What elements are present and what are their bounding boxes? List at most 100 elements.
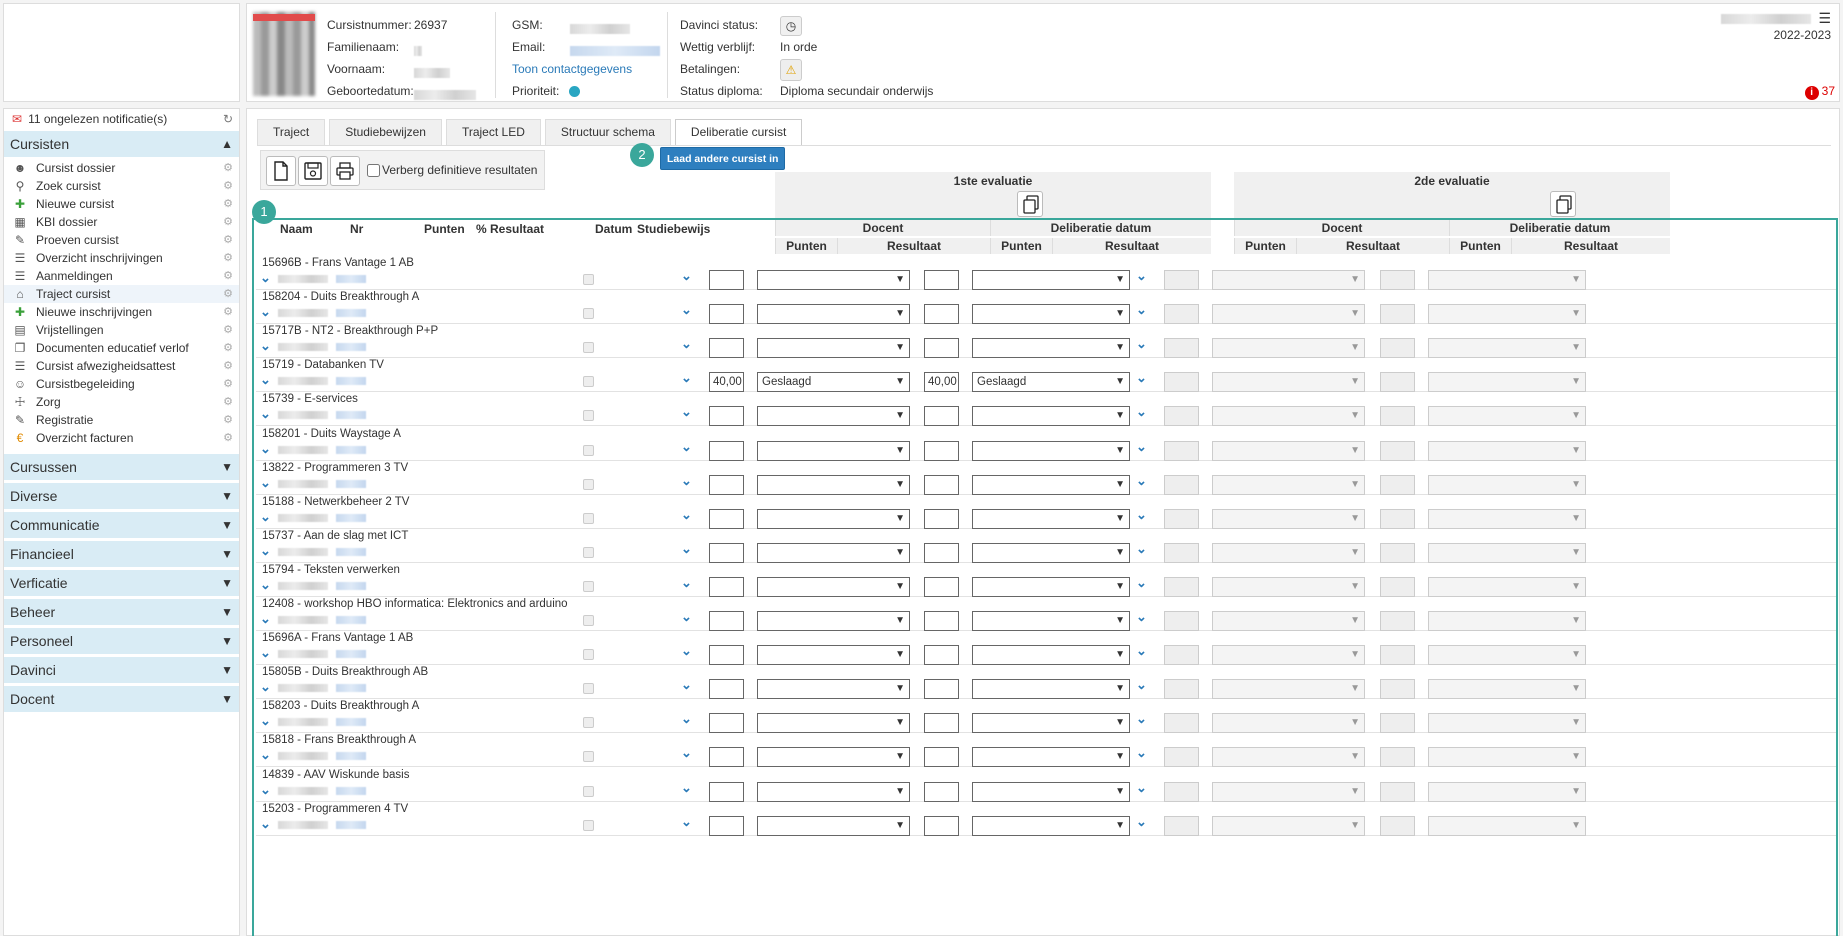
expand-row-chevron-icon[interactable]: ⌄: [260, 372, 271, 388]
eval1-delib-resultaat-select[interactable]: ▼: [972, 338, 1130, 359]
row-detail-chevron-icon[interactable]: ⌄: [681, 643, 692, 659]
section-beheer[interactable]: Beheer ▼: [4, 598, 239, 625]
eval1-docent-punten-input[interactable]: [709, 508, 744, 529]
eval1-delib-punten-input[interactable]: [924, 440, 959, 461]
section-verficatie[interactable]: Verficatie ▼: [4, 569, 239, 596]
eval1-delib-punten-input[interactable]: [924, 508, 959, 529]
sidebar-item-kbi-dossier[interactable]: ▦ KBI dossier ⚙: [4, 213, 239, 231]
eval1-docent-resultaat-select[interactable]: ▼: [757, 508, 910, 529]
eval1-docent-punten-input[interactable]: [709, 611, 744, 631]
sidebar-item-cursist-dossier[interactable]: ☻ Cursist dossier ⚙: [4, 159, 239, 177]
gear-icon[interactable]: ⚙: [223, 321, 233, 339]
row-detail-chevron-icon[interactable]: ⌄: [681, 575, 692, 591]
load-other-student-button[interactable]: Laad andere cursist in: [660, 147, 786, 170]
eval1-docent-punten-input[interactable]: [709, 270, 744, 290]
sidebar-item-overzicht-facturen[interactable]: € Overzicht facturen ⚙: [4, 429, 239, 447]
eval1-delib-punten-input[interactable]: [924, 679, 959, 700]
eval1-docent-punten-input[interactable]: [709, 542, 744, 563]
eval1-docent-punten-input[interactable]: [709, 576, 744, 597]
eval1-docent-resultaat-select[interactable]: ▼: [757, 406, 910, 427]
row-detail-chevron-icon[interactable]: ⌄: [681, 370, 692, 386]
expand-row-chevron-icon[interactable]: ⌄: [260, 782, 271, 798]
tab-traject-led[interactable]: Traject LED: [445, 119, 541, 145]
eval1-docent-resultaat-select[interactable]: ▼: [757, 781, 910, 802]
eval1-delib-punten-input[interactable]: [924, 576, 959, 597]
eval1-delib-resultaat-select[interactable]: ▼: [972, 304, 1130, 325]
row-detail-chevron-icon[interactable]: ⌄: [681, 541, 692, 557]
eval1-docent-resultaat-select[interactable]: ▼: [757, 815, 910, 836]
eval1-expand-chevron-icon[interactable]: ⌄: [1136, 677, 1147, 693]
expand-row-chevron-icon[interactable]: ⌄: [260, 475, 271, 491]
eval1-expand-chevron-icon[interactable]: ⌄: [1136, 609, 1147, 625]
row-detail-chevron-icon[interactable]: ⌄: [681, 677, 692, 693]
eval1-delib-punten-input[interactable]: [924, 713, 959, 734]
gear-icon[interactable]: ⚙: [223, 267, 233, 285]
eval1-docent-punten-input[interactable]: [709, 815, 744, 836]
eval1-expand-chevron-icon[interactable]: ⌄: [1136, 814, 1147, 830]
eval1-delib-punten-input[interactable]: [924, 474, 959, 495]
expand-row-chevron-icon[interactable]: ⌄: [260, 406, 271, 422]
expand-row-chevron-icon[interactable]: ⌄: [260, 543, 271, 559]
gear-icon[interactable]: ⚙: [223, 159, 233, 177]
expand-row-chevron-icon[interactable]: ⌄: [260, 747, 271, 763]
eval1-delib-punten-input[interactable]: [924, 815, 959, 836]
eval1-docent-resultaat-select[interactable]: ▼: [757, 747, 910, 768]
sidebar-item-proeven-cursist[interactable]: ✎ Proeven cursist ⚙: [4, 231, 239, 249]
row-detail-chevron-icon[interactable]: ⌄: [681, 711, 692, 727]
copy-eval2-button[interactable]: [1550, 191, 1576, 217]
eval1-delib-punten-input[interactable]: [924, 747, 959, 768]
davinci-status-button[interactable]: ◷: [780, 14, 802, 36]
row-detail-chevron-icon[interactable]: ⌄: [681, 404, 692, 420]
sidebar-item-aanmeldingen[interactable]: ☰ Aanmeldingen ⚙: [4, 267, 239, 285]
eval1-docent-punten-input[interactable]: [709, 781, 744, 802]
eval1-expand-chevron-icon[interactable]: ⌄: [1136, 711, 1147, 727]
eval1-delib-resultaat-select[interactable]: ▼: [972, 406, 1130, 427]
sidebar-item-nieuwe-cursist[interactable]: ✚ Nieuwe cursist ⚙: [4, 195, 239, 213]
expand-row-chevron-icon[interactable]: ⌄: [260, 577, 271, 593]
row-detail-chevron-icon[interactable]: ⌄: [681, 473, 692, 489]
expand-row-chevron-icon[interactable]: ⌄: [260, 679, 271, 695]
eval1-docent-punten-input[interactable]: [709, 747, 744, 768]
eval1-docent-resultaat-select[interactable]: ▼: [757, 304, 910, 325]
eval1-expand-chevron-icon[interactable]: ⌄: [1136, 643, 1147, 659]
gear-icon[interactable]: ⚙: [223, 231, 233, 249]
row-detail-chevron-icon[interactable]: ⌄: [681, 268, 692, 284]
row-detail-chevron-icon[interactable]: ⌄: [681, 814, 692, 830]
eval1-delib-punten-input[interactable]: [924, 270, 959, 290]
sidebar-item-zoek-cursist[interactable]: ⚲ Zoek cursist ⚙: [4, 177, 239, 195]
row-detail-chevron-icon[interactable]: ⌄: [681, 609, 692, 625]
tab-deliberatie-cursist[interactable]: Deliberatie cursist: [674, 119, 803, 146]
copy-eval1-button[interactable]: [1017, 191, 1043, 217]
tab-traject[interactable]: Traject: [257, 119, 326, 145]
gear-icon[interactable]: ⚙: [223, 285, 233, 303]
sidebar-item-cursist-afwezigheidsattest[interactable]: ☰ Cursist afwezigheidsattest ⚙: [4, 357, 239, 375]
eval1-delib-resultaat-select[interactable]: ▼: [972, 781, 1130, 802]
eval1-delib-punten-input[interactable]: [924, 338, 959, 359]
gear-icon[interactable]: ⚙: [223, 249, 233, 267]
gear-icon[interactable]: ⚙: [223, 339, 233, 357]
section-cursussen[interactable]: Cursussen ▼: [4, 453, 239, 480]
gear-icon[interactable]: ⚙: [223, 411, 233, 429]
eval1-docent-resultaat-select[interactable]: ▼: [757, 542, 910, 563]
eval1-expand-chevron-icon[interactable]: ⌄: [1136, 507, 1147, 523]
gear-icon[interactable]: ⚙: [223, 357, 233, 375]
sidebar-item-zorg[interactable]: ☩ Zorg ⚙: [4, 393, 239, 411]
eval1-delib-resultaat-select[interactable]: ▼: [972, 542, 1130, 563]
section-personeel[interactable]: Personeel ▼: [4, 627, 239, 654]
eval1-docent-resultaat-select[interactable]: ▼: [757, 576, 910, 597]
gear-icon[interactable]: ⚙: [223, 195, 233, 213]
sidebar-item-overzicht-inschrijvingen[interactable]: ☰ Overzicht inschrijvingen ⚙: [4, 249, 239, 267]
sidebar-item-nieuwe-inschrijvingen[interactable]: ✚ Nieuwe inschrijvingen ⚙: [4, 303, 239, 321]
alert-indicator[interactable]: i 37: [1804, 84, 1835, 100]
expand-row-chevron-icon[interactable]: ⌄: [260, 270, 271, 286]
eval1-expand-chevron-icon[interactable]: ⌄: [1136, 541, 1147, 557]
eval1-delib-resultaat-select[interactable]: ▼: [972, 611, 1130, 631]
expand-row-chevron-icon[interactable]: ⌄: [260, 713, 271, 729]
school-year[interactable]: 2022-2023: [1774, 28, 1831, 42]
expand-row-chevron-icon[interactable]: ⌄: [260, 611, 271, 627]
section-cursisten[interactable]: Cursisten ▲: [4, 130, 239, 157]
eval1-delib-resultaat-select[interactable]: ▼: [972, 747, 1130, 768]
refresh-icon[interactable]: ↻: [223, 109, 233, 130]
sidebar-item-documenten-educatief-verlof[interactable]: ❐ Documenten educatief verlof ⚙: [4, 339, 239, 357]
eval1-delib-punten-input[interactable]: [924, 645, 959, 666]
